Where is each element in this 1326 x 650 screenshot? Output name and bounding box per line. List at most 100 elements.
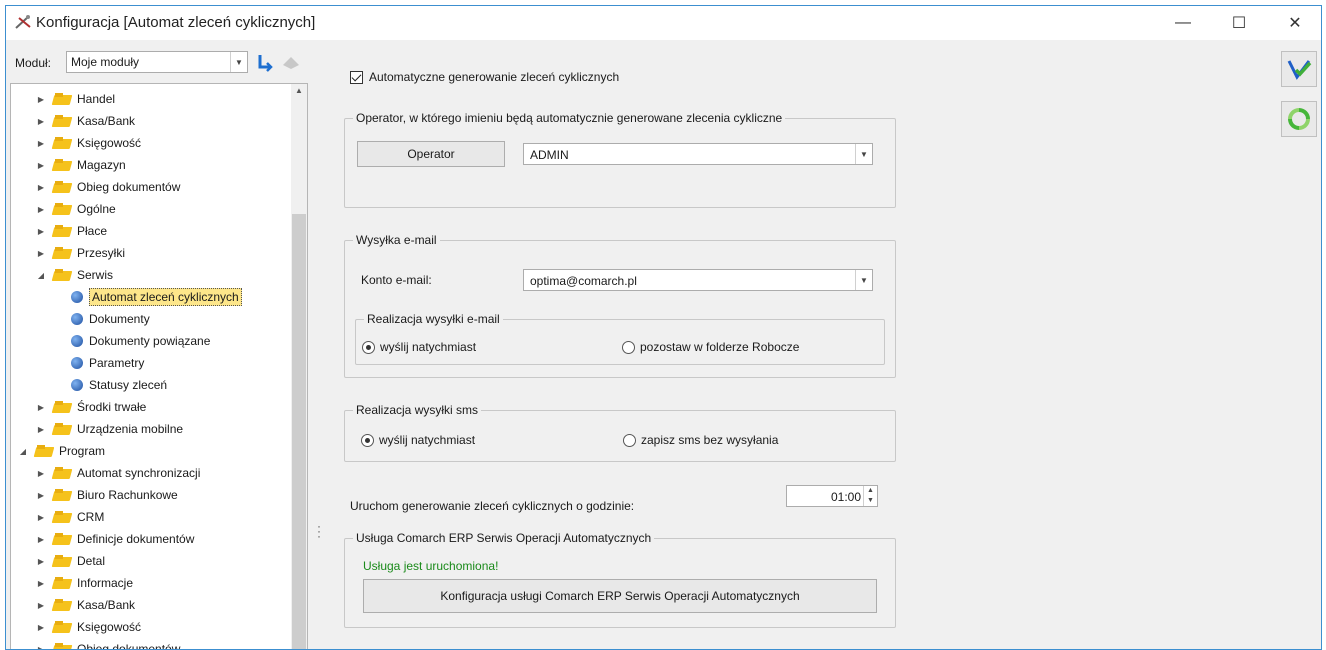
tree-item[interactable]: ▶ Księgowość (35, 616, 141, 638)
tree-item-label: Kasa/Bank (77, 114, 136, 128)
tree-item[interactable]: ▶ Magazyn (35, 154, 126, 176)
collapse-arrow-icon[interactable]: ◢ (17, 447, 29, 456)
folder-icon (53, 401, 71, 413)
module-combo[interactable]: Moje moduły ▼ (66, 51, 248, 73)
time-spinner[interactable]: 01:00 ▲ ▼ (786, 485, 878, 507)
expand-arrow-icon[interactable]: ▶ (35, 579, 47, 588)
expand-arrow-icon[interactable]: ▶ (35, 601, 47, 610)
expand-arrow-icon[interactable]: ▶ (35, 249, 47, 258)
expand-arrow-icon[interactable]: ▶ (35, 117, 47, 126)
sms-send-now-option[interactable]: wyślij natychmiast (361, 433, 475, 447)
expand-arrow-icon[interactable]: ▶ (35, 623, 47, 632)
expand-arrow-icon[interactable]: ▶ (35, 95, 47, 104)
tree-item[interactable]: ▶ Środki trwałe (35, 396, 146, 418)
expand-arrow-icon[interactable]: ▶ (35, 557, 47, 566)
tree-item[interactable]: Automat zleceń cyklicznych (69, 286, 242, 308)
email-drafts-option[interactable]: pozostaw w folderze Robocze (622, 340, 799, 354)
tree-item-label: Informacje (77, 576, 134, 590)
email-send-now-radio[interactable] (362, 340, 375, 354)
tree-item[interactable]: ▶ Definicje dokumentów (35, 528, 194, 550)
minimize-button[interactable]: — (1156, 6, 1210, 40)
tree-item-label: Płace (77, 224, 108, 238)
chevron-down-icon[interactable]: ▼ (230, 52, 247, 72)
tree-item[interactable]: ▶ Detal (35, 550, 105, 572)
folder-icon (53, 511, 71, 523)
expand-arrow-icon[interactable]: ▶ (35, 403, 47, 412)
tree-item-label: Detal (77, 554, 106, 568)
folder-icon (53, 577, 71, 589)
tree-item[interactable]: Dokumenty (69, 308, 150, 330)
tree-item[interactable]: ▶ Urządzenia mobilne (35, 418, 183, 440)
service-group-legend: Usługa Comarch ERP Serwis Operacji Autom… (353, 531, 655, 545)
tree-item[interactable]: ▶ Obieg dokumentów (35, 176, 180, 198)
tree-item[interactable]: ◢ Program (17, 440, 105, 462)
tree-item-label: Dokumenty (89, 312, 150, 326)
operator-combo[interactable]: ADMIN ▼ (523, 143, 873, 165)
forward-disabled-icon[interactable] (280, 51, 302, 73)
refresh-button[interactable] (1281, 101, 1317, 137)
folder-icon (53, 181, 71, 193)
tree-item[interactable]: ▶ Obieg dokumentów (35, 638, 180, 650)
tree-item[interactable]: ▶ Informacje (35, 572, 133, 594)
chevron-down-icon[interactable]: ▼ (855, 270, 872, 290)
tree-item[interactable]: ▶ Biuro Rachunkowe (35, 484, 178, 506)
scroll-up-icon[interactable]: ▲ (291, 86, 307, 100)
settings-leaf-icon (71, 335, 83, 347)
tree-item[interactable]: ▶ Płace (35, 220, 107, 242)
tree-item[interactable]: Parametry (69, 352, 144, 374)
service-config-button[interactable]: Konfiguracja usługi Comarch ERP Serwis O… (363, 579, 877, 613)
tree-item[interactable]: ▶ Automat synchronizacji (35, 462, 200, 484)
expand-arrow-icon[interactable]: ▶ (35, 183, 47, 192)
save-icon (1287, 60, 1312, 80)
folder-icon (53, 599, 71, 611)
save-button[interactable] (1281, 51, 1317, 87)
spin-updown-icon[interactable]: ▲ ▼ (863, 486, 877, 506)
expand-arrow-icon[interactable]: ▶ (35, 513, 47, 522)
collapse-arrow-icon[interactable]: ◢ (35, 271, 47, 280)
expand-arrow-icon[interactable]: ▶ (35, 491, 47, 500)
tree-item[interactable]: ▶ Przesyłki (35, 242, 125, 264)
auto-generate-label: Automatyczne generowanie zleceń cykliczn… (369, 70, 620, 84)
email-drafts-radio[interactable] (622, 340, 635, 354)
chevron-down-icon[interactable]: ▼ (855, 144, 872, 164)
back-arrow-icon[interactable] (254, 51, 276, 73)
email-account-combo[interactable]: optima@comarch.pl ▼ (523, 269, 873, 291)
tree-item[interactable]: Dokumenty powiązane (69, 330, 210, 352)
tree-item-label: Serwis (77, 268, 114, 282)
tree-item[interactable]: ▶ CRM (35, 506, 104, 528)
tree-item[interactable]: ▶ Księgowość (35, 132, 141, 154)
tree-item[interactable]: ◢ Serwis (35, 264, 113, 286)
sms-save-radio[interactable] (623, 433, 636, 447)
expand-arrow-icon[interactable]: ▶ (35, 425, 47, 434)
panel-splitter[interactable]: · · · (317, 520, 321, 542)
maximize-button[interactable]: ☐ (1212, 6, 1266, 40)
close-button[interactable]: ✕ (1268, 6, 1321, 40)
tree-item[interactable]: ▶ Handel (35, 88, 115, 110)
tree-item-label: Przesyłki (77, 246, 126, 260)
auto-generate-checkbox[interactable] (350, 70, 363, 84)
tree-item[interactable]: ▶ Kasa/Bank (35, 594, 135, 616)
tree-item[interactable]: Statusy zleceń (69, 374, 167, 396)
expand-arrow-icon[interactable]: ▶ (35, 469, 47, 478)
expand-arrow-icon[interactable]: ▶ (35, 227, 47, 236)
email-send-now-label: wyślij natychmiast (380, 340, 477, 354)
email-account-label: Konto e-mail: (361, 273, 432, 287)
expand-arrow-icon[interactable]: ▶ (35, 535, 47, 544)
email-account-value: optima@comarch.pl (530, 274, 637, 288)
auto-generate-checkbox-row[interactable]: Automatyczne generowanie zleceń cykliczn… (350, 70, 619, 84)
tree-scrollbar[interactable]: ▲ (291, 84, 307, 649)
tree-item[interactable]: ▶ Ogólne (35, 198, 116, 220)
expand-arrow-icon[interactable]: ▶ (35, 139, 47, 148)
expand-arrow-icon[interactable]: ▶ (35, 205, 47, 214)
expand-arrow-icon[interactable]: ▶ (35, 161, 47, 170)
tree-item-label: Ogólne (77, 202, 116, 216)
operator-button[interactable]: Operator (357, 141, 505, 167)
settings-tree[interactable]: ▶ Handel ▶ Kasa/Bank ▶ Księgowość ▶ Magazyn ▶ Obi… (10, 83, 308, 650)
expand-arrow-icon[interactable]: ▶ (35, 645, 47, 650)
email-send-now-option[interactable]: wyślij natychmiast (362, 340, 476, 354)
folder-icon (53, 115, 71, 127)
scrollbar-thumb[interactable] (292, 214, 306, 649)
sms-save-option[interactable]: zapisz sms bez wysyłania (623, 433, 778, 447)
tree-item[interactable]: ▶ Kasa/Bank (35, 110, 135, 132)
sms-send-now-radio[interactable] (361, 433, 374, 447)
